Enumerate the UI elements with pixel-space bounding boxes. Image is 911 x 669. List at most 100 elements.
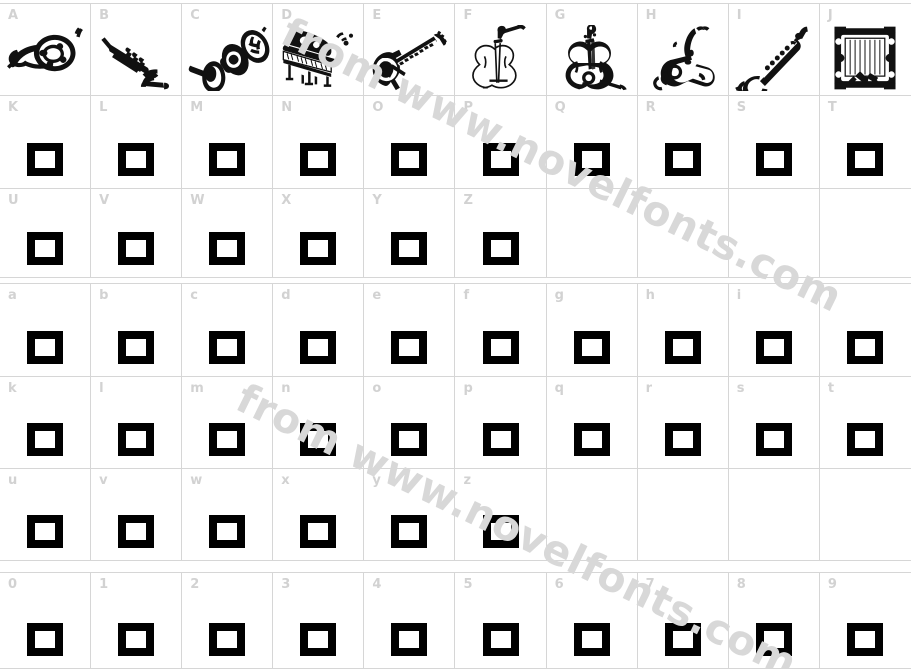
glyph-cell-label: A: [8, 8, 19, 23]
glyph-cell[interactable]: s: [729, 377, 820, 468]
glyph-cell[interactable]: H: [638, 4, 729, 95]
glyph-cell-label: 2: [190, 577, 200, 592]
glyph-cell[interactable]: 6: [547, 573, 638, 668]
glyph-cell[interactable]: m: [182, 377, 274, 468]
tofu-box-icon: [391, 515, 428, 548]
glyph-cell[interactable]: B: [91, 4, 183, 95]
glyph-cell[interactable]: l: [91, 377, 183, 468]
glyph-cell[interactable]: Q: [547, 96, 638, 188]
tuba-icon: [640, 25, 726, 91]
tofu-box-icon: [573, 331, 610, 364]
glyph-cell[interactable]: Y: [364, 189, 456, 277]
glyph-cell[interactable]: N: [273, 96, 365, 188]
glyph-cell[interactable]: w: [182, 469, 274, 560]
glyph-cell[interactable]: k: [0, 377, 92, 468]
glyph-cell[interactable]: 8: [729, 573, 820, 668]
glyph-cell[interactable]: K: [0, 96, 92, 188]
glyph-cell-label: t: [827, 381, 835, 396]
glyph-cell[interactable]: L: [91, 96, 183, 188]
tofu-box-icon: [847, 623, 884, 656]
glyph-cell[interactable]: 0: [0, 573, 92, 668]
glyph-cell[interactable]: y: [364, 469, 456, 560]
glyph-cell[interactable]: n: [273, 377, 365, 468]
glyph-cell[interactable]: f: [455, 284, 547, 376]
glyph-cell[interactable]: p: [455, 377, 547, 468]
glyph-cell[interactable]: c: [182, 284, 274, 376]
glyph-cell-label: I: [736, 8, 742, 23]
glyph-cell[interactable]: I: [729, 4, 820, 95]
tofu-box-icon: [27, 331, 64, 364]
glyph-cell[interactable]: v: [91, 469, 183, 560]
uppercase-block: A B C D E F G H I J K L M N O P Q R S T …: [0, 3, 911, 278]
glyph-cell-label: Z: [463, 193, 473, 208]
glyph-cell[interactable]: 2: [182, 573, 274, 668]
tofu-box-icon: [118, 623, 155, 656]
glyph-cell[interactable]: Z: [455, 189, 547, 277]
glyph-cell[interactable]: T: [820, 96, 911, 188]
row-a-j: a b c d e f g h i j: [0, 284, 911, 376]
glyph-cell-label: G: [554, 8, 566, 23]
glyph-cell-label: 6: [554, 577, 564, 592]
lowercase-block: a b c d e f g h i j k l m n o p q r s t u v w x y z: [0, 283, 911, 561]
glyph-cell[interactable]: X: [273, 189, 365, 277]
glyph-cell[interactable]: O: [364, 96, 456, 188]
glyph-cell[interactable]: E: [364, 4, 456, 95]
glyph-cell[interactable]: h: [638, 284, 729, 376]
glyph-cell[interactable]: d: [273, 284, 365, 376]
glyph-cell[interactable]: 3: [273, 573, 365, 668]
glyph-render-area: [820, 284, 911, 376]
glyph-cell-label: 4: [372, 577, 382, 592]
tofu-box-icon: [209, 331, 246, 364]
tofu-box-icon: [300, 423, 337, 456]
glyph-cell-label: V: [99, 193, 110, 208]
glyph-cell[interactable]: J: [820, 4, 911, 95]
glyph-cell[interactable]: R: [638, 96, 729, 188]
glyph-cell[interactable]: 4: [364, 573, 456, 668]
glyph-cell[interactable]: 5: [455, 573, 547, 668]
glyph-cell-empty: [729, 189, 820, 277]
glyph-cell[interactable]: V: [91, 189, 183, 277]
glyph-cell[interactable]: b: [91, 284, 183, 376]
tofu-box-icon: [664, 423, 701, 456]
glyph-cell[interactable]: u: [0, 469, 92, 560]
glyph-cell[interactable]: 1: [91, 573, 183, 668]
glyph-cell[interactable]: C: [182, 4, 274, 95]
tofu-box-icon: [300, 623, 337, 656]
glyph-cell-label: D: [281, 8, 293, 23]
tofu-box-icon: [118, 515, 155, 548]
glyph-cell[interactable]: j: [820, 284, 911, 376]
glyph-cell-empty: [820, 189, 911, 277]
tofu-box-icon: [300, 515, 337, 548]
glyph-cell[interactable]: q: [547, 377, 638, 468]
glyph-cell-label: 9: [827, 577, 837, 592]
glyph-cell[interactable]: D: [273, 4, 365, 95]
glyph-cell[interactable]: U: [0, 189, 92, 277]
row-U-Z: U V W X Y Z: [0, 188, 911, 277]
saxophone-icon: [731, 25, 817, 91]
glyph-cell-label: E: [372, 8, 382, 23]
glyph-cell[interactable]: r: [638, 377, 729, 468]
tofu-box-icon: [118, 331, 155, 364]
glyph-cell[interactable]: S: [729, 96, 820, 188]
glyph-cell[interactable]: M: [182, 96, 274, 188]
glyph-cell[interactable]: A: [0, 4, 92, 95]
glyph-cell[interactable]: G: [547, 4, 638, 95]
glyph-cell[interactable]: t: [820, 377, 911, 468]
glyph-cell[interactable]: P: [455, 96, 547, 188]
glyph-cell[interactable]: 7: [638, 573, 729, 668]
tofu-box-icon: [118, 232, 155, 265]
glyph-cell[interactable]: W: [182, 189, 274, 277]
glyph-cell[interactable]: x: [273, 469, 365, 560]
glyph-cell[interactable]: i: [729, 284, 820, 376]
glyph-cell[interactable]: o: [364, 377, 456, 468]
glyph-cell-empty: [638, 189, 729, 277]
glyph-cell[interactable]: g: [547, 284, 638, 376]
glyph-cell[interactable]: z: [455, 469, 547, 560]
glyph-cell-label: g: [554, 288, 564, 303]
glyph-cell-label: 8: [736, 577, 746, 592]
glyph-cell[interactable]: e: [364, 284, 456, 376]
glyph-cell[interactable]: F: [455, 4, 547, 95]
glyph-cell-empty: [638, 469, 729, 560]
glyph-cell[interactable]: a: [0, 284, 92, 376]
glyph-cell[interactable]: 9: [820, 573, 911, 668]
